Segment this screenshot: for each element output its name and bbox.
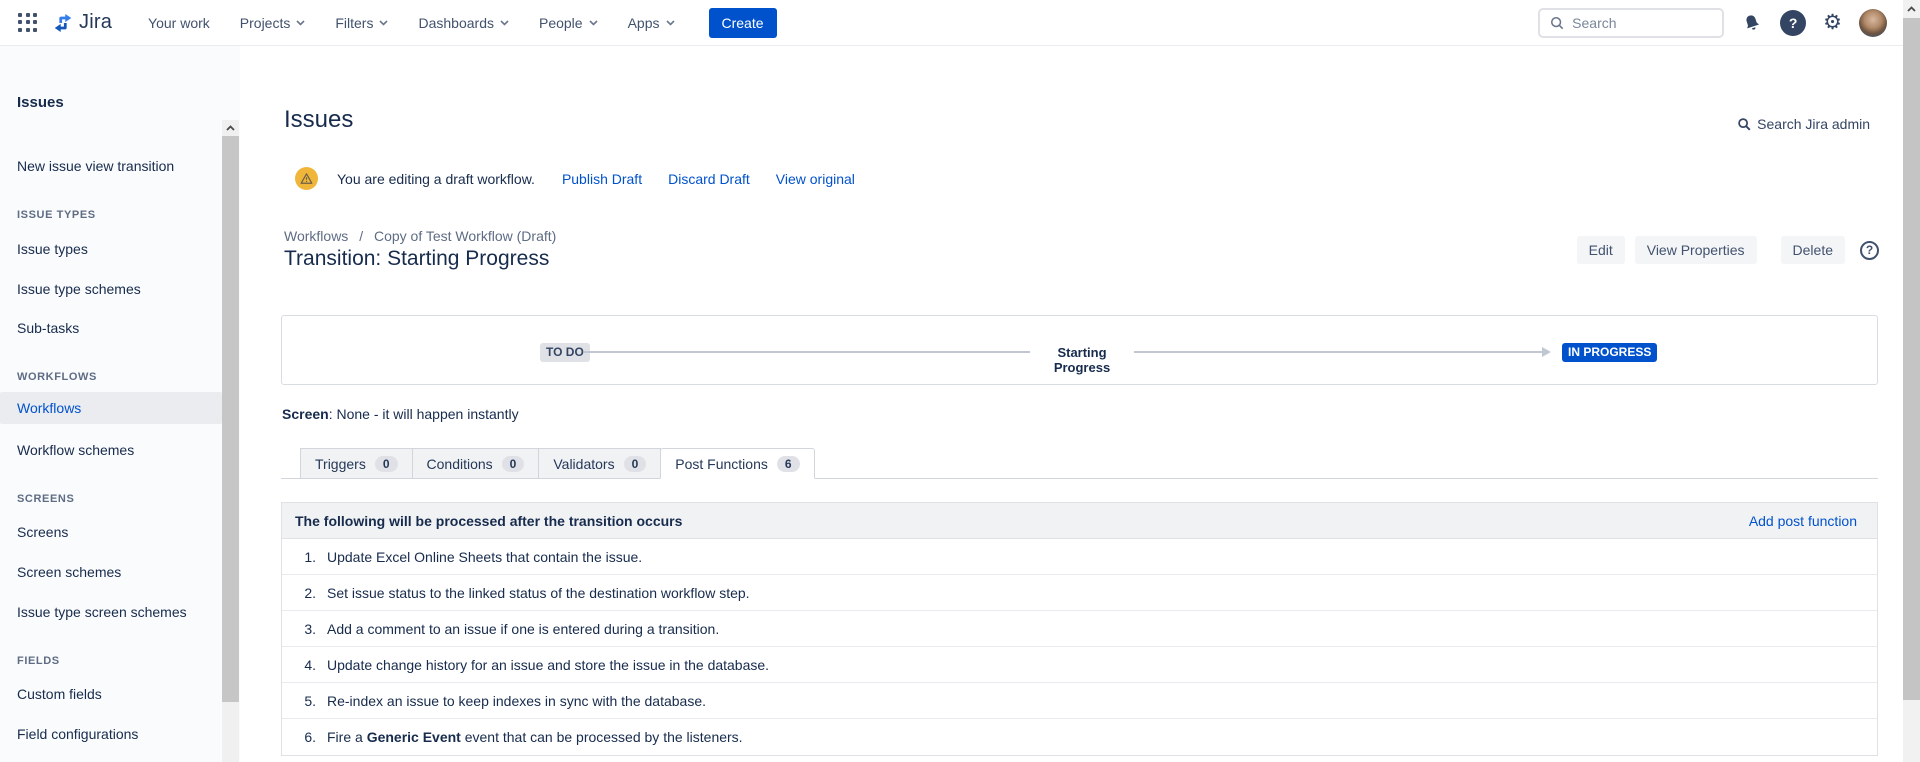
nav-item-dashboards[interactable]: Dashboards xyxy=(418,15,509,31)
notifications-bell-icon[interactable] xyxy=(1738,9,1766,37)
transition-tabs: Triggers 0 Conditions 0 Validators 0 Pos… xyxy=(300,448,814,479)
table-row: 3. Add a comment to an issue if one is e… xyxy=(282,611,1877,647)
sidebar-section-issue-types: ISSUE TYPES xyxy=(17,208,96,222)
tab-validators-count-badge: 0 xyxy=(624,456,647,472)
warning-icon xyxy=(295,167,318,190)
chevron-down-icon xyxy=(666,20,675,26)
transition-diagram: TO DO Starting Progress IN PROGRESS xyxy=(281,315,1878,385)
tab-conditions[interactable]: Conditions 0 xyxy=(412,448,540,479)
page-scrollbar[interactable] xyxy=(1903,0,1920,762)
sidebar-scrollbar[interactable] xyxy=(222,120,239,762)
screen-label: Screen xyxy=(282,406,329,422)
screen-info: Screen: None - it will happen instantly xyxy=(282,406,519,422)
jira-logo[interactable]: Jira xyxy=(52,11,112,34)
add-post-function-link[interactable]: Add post function xyxy=(1749,513,1857,529)
table-row: 6. Fire a Generic Event event that can b… xyxy=(282,719,1877,755)
sidebar-item-workflow-schemes[interactable]: Workflow schemes xyxy=(17,440,134,460)
view-properties-button[interactable]: View Properties xyxy=(1635,236,1757,264)
view-original-link[interactable]: View original xyxy=(776,171,855,187)
draft-banner-message: You are editing a draft workflow. xyxy=(337,171,535,187)
tab-validators[interactable]: Validators 0 xyxy=(538,448,661,479)
sidebar-item-screens[interactable]: Screens xyxy=(17,522,68,542)
sidebar-item-sub-tasks[interactable]: Sub-tasks xyxy=(17,318,79,338)
transition-line xyxy=(1134,351,1542,353)
sidebar-section-workflows: WORKFLOWS xyxy=(17,370,97,384)
table-row: 5. Re-index an issue to keep indexes in … xyxy=(282,683,1877,719)
scrollbar-up-arrow[interactable] xyxy=(1903,0,1920,18)
edit-button[interactable]: Edit xyxy=(1577,236,1625,264)
sidebar-section-screens: SCREENS xyxy=(17,492,74,506)
nav-item-filters[interactable]: Filters xyxy=(335,15,388,31)
transition-title: Transition: Starting Progress xyxy=(284,247,549,271)
sidebar-item-field-configurations[interactable]: Field configurations xyxy=(17,724,138,744)
transition-line xyxy=(584,351,1030,353)
sidebar-item-custom-fields[interactable]: Custom fields xyxy=(17,684,102,704)
search-icon xyxy=(1737,117,1751,131)
post-functions-header: The following will be processed after th… xyxy=(282,503,1877,539)
status-lozenge-in-progress: IN PROGRESS xyxy=(1562,343,1657,362)
chevron-down-icon xyxy=(500,20,509,26)
post-functions-header-text: The following will be processed after th… xyxy=(295,513,682,529)
jira-admin-page: Jira Your work Projects Filters Dashboar… xyxy=(0,0,1920,762)
search-icon xyxy=(1550,16,1564,30)
nav-item-your-work[interactable]: Your work xyxy=(148,15,210,31)
sidebar-item-screen-schemes[interactable]: Screen schemes xyxy=(17,562,121,582)
tab-conditions-count-badge: 0 xyxy=(502,456,525,472)
chevron-down-icon xyxy=(589,20,598,26)
settings-gear-icon[interactable]: ⚙ xyxy=(1823,12,1842,33)
help-icon[interactable]: ? xyxy=(1780,10,1806,36)
sidebar-item-issue-types[interactable]: Issue types xyxy=(17,239,88,259)
app-switcher-icon[interactable] xyxy=(18,13,38,33)
chevron-down-icon xyxy=(296,20,305,26)
table-row: 2. Set issue status to the linked status… xyxy=(282,575,1877,611)
sidebar-scrollbar-thumb[interactable] xyxy=(222,136,239,702)
tab-post-functions[interactable]: Post Functions 6 xyxy=(660,448,814,479)
breadcrumb-current: Copy of Test Workflow (Draft) xyxy=(374,228,556,244)
post-functions-table: The following will be processed after th… xyxy=(281,502,1878,756)
chevron-down-icon xyxy=(379,20,388,26)
breadcrumb-workflows[interactable]: Workflows xyxy=(284,228,348,244)
search-input[interactable] xyxy=(1572,15,1702,31)
transition-action-buttons: Edit View Properties Delete ? xyxy=(1577,236,1879,264)
sidebar-item-issue-type-schemes[interactable]: Issue type schemes xyxy=(17,279,141,299)
tab-triggers-count-badge: 0 xyxy=(375,456,398,472)
table-row: 1. Update Excel Online Sheets that conta… xyxy=(282,539,1877,575)
sidebar-title: Issues xyxy=(17,94,64,111)
nav-item-people[interactable]: People xyxy=(539,15,598,31)
tab-post-functions-count-badge: 6 xyxy=(777,456,800,472)
sidebar-item-new-issue-view-transition[interactable]: New issue view transition xyxy=(17,156,174,176)
delete-button[interactable]: Delete xyxy=(1781,236,1845,264)
scrollbar-thumb[interactable] xyxy=(1903,18,1920,700)
table-row: 4. Update change history for an issue an… xyxy=(282,647,1877,683)
user-avatar[interactable] xyxy=(1859,9,1887,37)
sidebar-item-workflows[interactable]: Workflows xyxy=(17,398,81,418)
status-lozenge-todo: TO DO xyxy=(540,343,590,362)
main-content: Issues Search Jira admin You are editing… xyxy=(240,46,1903,762)
discard-draft-link[interactable]: Discard Draft xyxy=(668,171,750,187)
tab-triggers[interactable]: Triggers 0 xyxy=(300,448,413,479)
breadcrumb: Workflows / Copy of Test Workflow (Draft… xyxy=(284,228,556,244)
jira-mark-icon xyxy=(52,12,74,34)
nav-item-projects[interactable]: Projects xyxy=(240,15,306,31)
admin-sidebar: Issues New issue view transition ISSUE T… xyxy=(0,46,240,762)
page-title: Issues xyxy=(284,106,353,134)
breadcrumb-separator: / xyxy=(359,228,363,244)
sidebar-section-fields: FIELDS xyxy=(17,654,60,668)
publish-draft-link[interactable]: Publish Draft xyxy=(562,171,642,187)
draft-workflow-banner: You are editing a draft workflow. Publis… xyxy=(295,167,881,190)
transition-label: Starting Progress xyxy=(1034,345,1130,375)
global-search[interactable] xyxy=(1538,8,1724,38)
search-jira-admin-link[interactable]: Search Jira admin xyxy=(1737,116,1870,132)
screen-value: : None - it will happen instantly xyxy=(329,406,519,422)
transition-arrowhead-icon xyxy=(1542,347,1551,357)
nav-item-apps[interactable]: Apps xyxy=(628,15,675,31)
top-navigation-bar: Jira Your work Projects Filters Dashboar… xyxy=(0,0,1903,46)
help-question-icon[interactable]: ? xyxy=(1860,241,1879,260)
brand-name: Jira xyxy=(79,11,112,34)
sidebar-scrollbar-up-arrow[interactable] xyxy=(222,120,239,136)
sidebar-item-issue-type-screen-schemes[interactable]: Issue type screen schemes xyxy=(17,602,187,622)
create-button[interactable]: Create xyxy=(709,8,777,38)
